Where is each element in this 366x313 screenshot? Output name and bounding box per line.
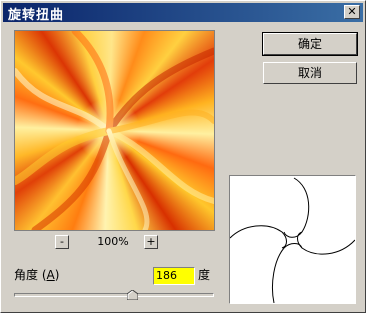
twirl-thumbnail (229, 175, 356, 304)
close-icon: ✕ (347, 5, 357, 18)
twirl-dialog: 旋转扭曲 ✕ - 100% + 确定 取消 角度 (A) 186 度 (0, 0, 366, 313)
angle-unit: 度 (198, 268, 211, 282)
angle-input[interactable]: 186 (153, 267, 195, 285)
ok-button[interactable]: 确定 (262, 32, 358, 56)
zoom-in-button[interactable]: + (144, 235, 158, 249)
close-button[interactable]: ✕ (344, 5, 360, 19)
dialog-title: 旋转扭曲 (8, 8, 65, 23)
preview-swirl-overlay (15, 31, 214, 230)
zoom-level: 100% (97, 235, 129, 248)
cancel-button[interactable]: 取消 (263, 62, 357, 84)
swirl-diagram-icon (229, 177, 356, 304)
minus-icon: - (60, 235, 64, 248)
slider-thumb-icon[interactable] (127, 290, 139, 300)
zoom-out-button[interactable]: - (55, 235, 69, 249)
plus-icon: + (146, 235, 156, 248)
angle-slider-track[interactable] (14, 293, 214, 297)
preview-pane[interactable] (14, 30, 215, 231)
angle-mnemonic: A (46, 268, 55, 282)
title-bar[interactable]: 旋转扭曲 ✕ (3, 3, 363, 23)
angle-label: 角度 (A) (14, 268, 60, 282)
